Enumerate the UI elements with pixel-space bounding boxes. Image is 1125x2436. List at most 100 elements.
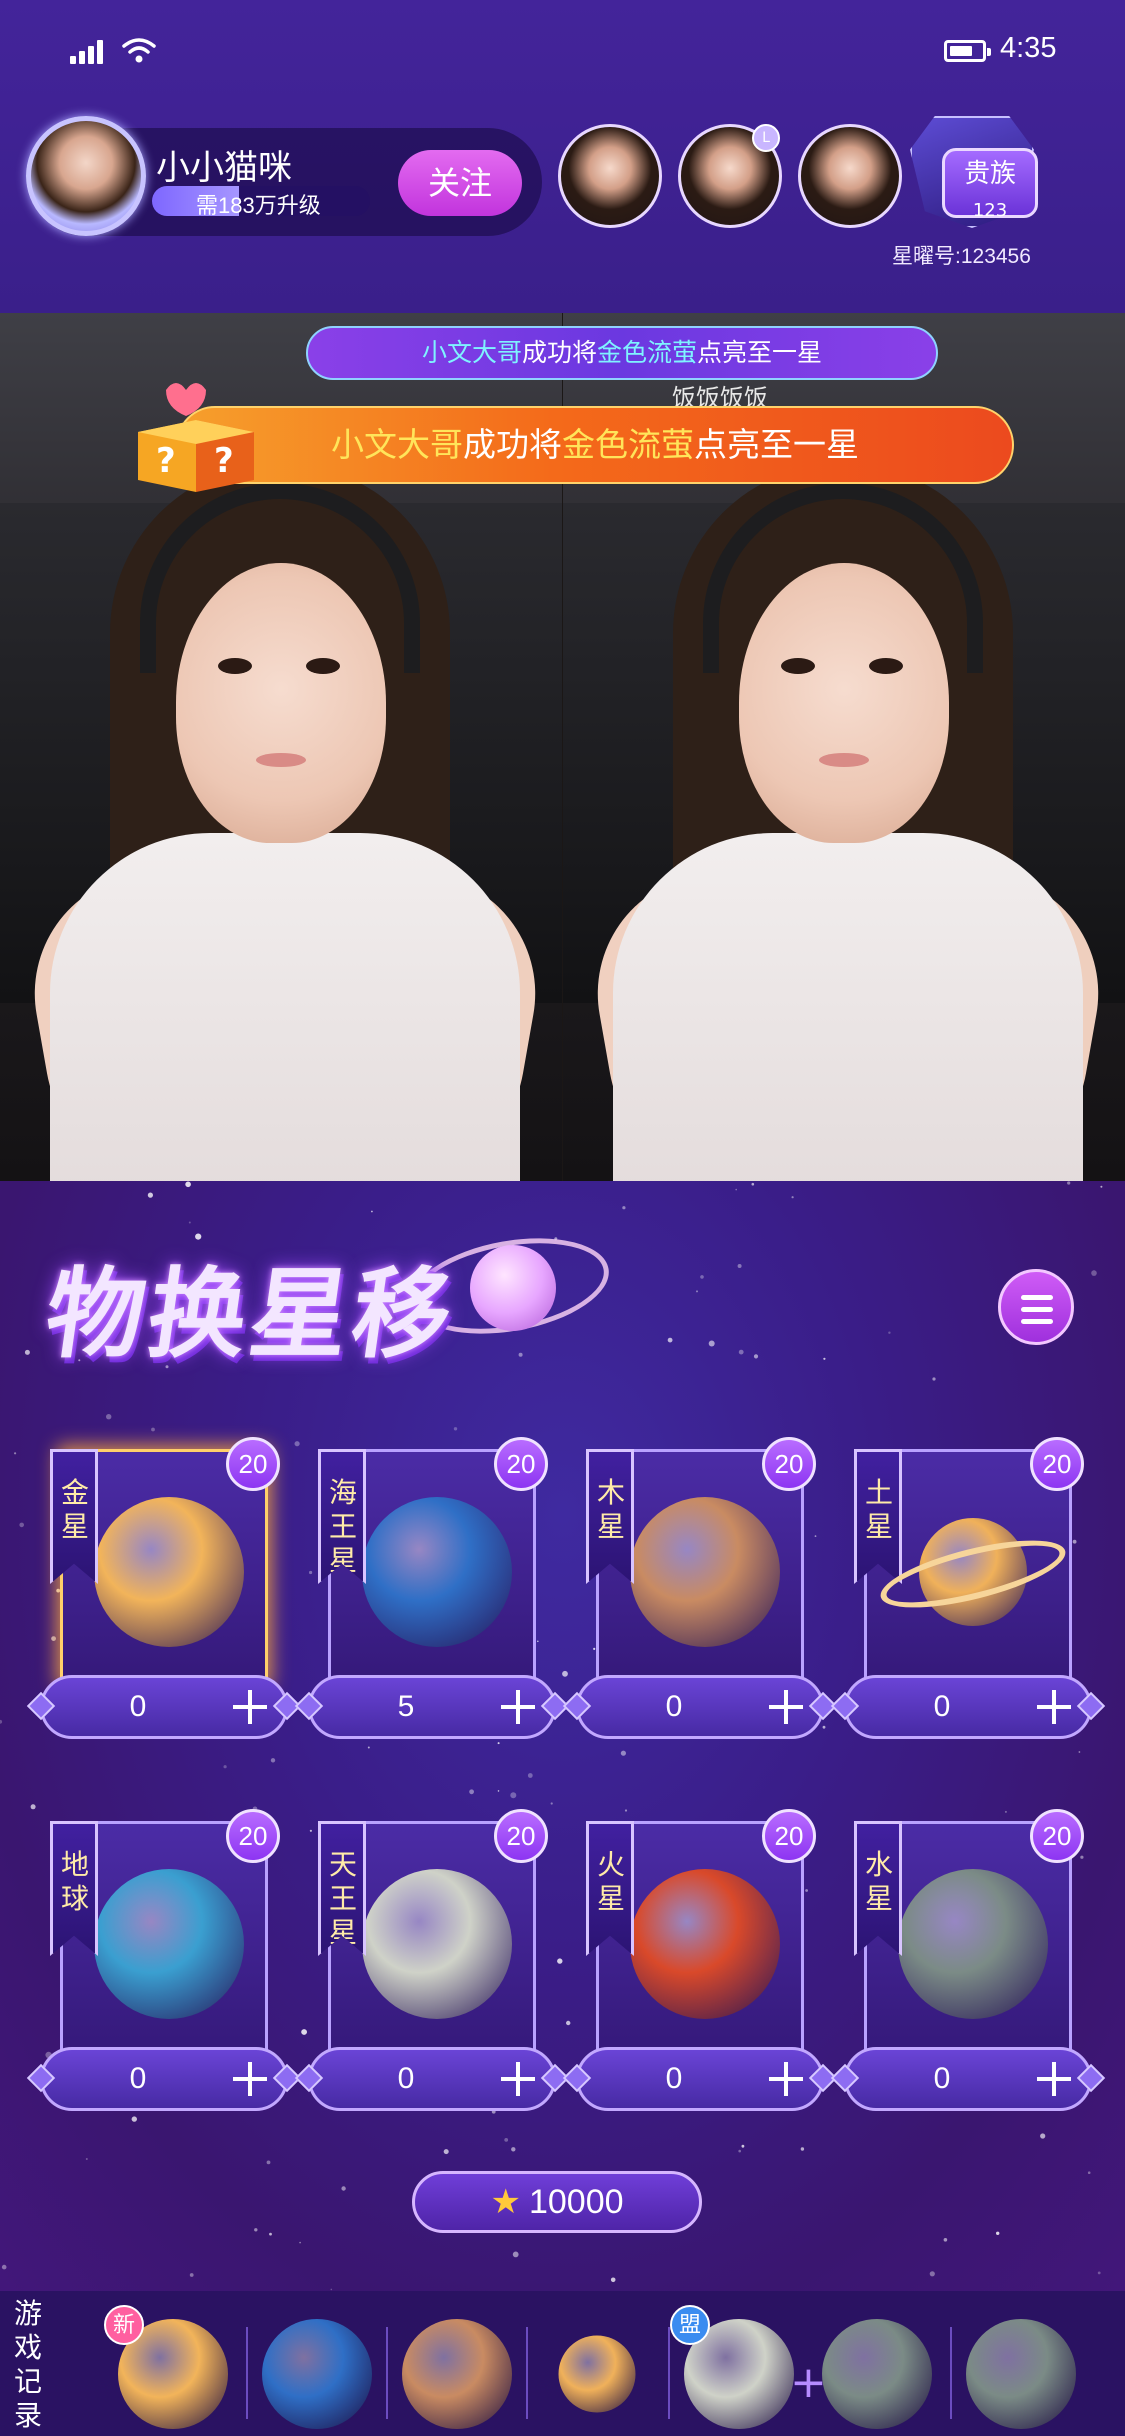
- star-dot: [0, 1719, 3, 1724]
- bet-stepper[interactable]: 0: [562, 2047, 838, 2111]
- room-header: 4:35 小小猫咪 需183万升级 关注 L 贵族 123 星曜号:123456: [0, 0, 1125, 313]
- star-dot: [741, 2144, 745, 2148]
- planet-card[interactable]: 金星 20 0: [26, 1437, 302, 1739]
- star-dot: [512, 2251, 519, 2258]
- star-dot: [189, 2273, 194, 2277]
- star-dot: [888, 1331, 891, 1334]
- planet-card[interactable]: 水星 20 0: [830, 1809, 1106, 2111]
- banner-end: 点亮至一星: [697, 339, 823, 367]
- history-planet: [822, 2319, 932, 2429]
- star-dot: [106, 1414, 112, 1420]
- menu-button[interactable]: [998, 1269, 1074, 1345]
- star-dot: [294, 1441, 300, 1447]
- history-separator: [526, 2327, 528, 2419]
- star-dot: [453, 1427, 458, 1431]
- bet-stepper[interactable]: 0: [26, 1675, 302, 1739]
- star-dot: [738, 1349, 744, 1355]
- follow-button[interactable]: 关注: [398, 150, 522, 216]
- bet-stepper[interactable]: 5: [294, 1675, 570, 1739]
- planet-name: 金星: [60, 1477, 89, 1542]
- add-bet-button[interactable]: [1037, 2062, 1071, 2096]
- planet-card[interactable]: 天王星 20 0: [294, 1809, 570, 2111]
- star-dot: [269, 2232, 272, 2236]
- add-bet-button[interactable]: [501, 2062, 535, 2096]
- noble-title: 贵族: [963, 158, 1016, 188]
- planet-multiplier-badge: 20: [1030, 1809, 1084, 1863]
- banner-item: 金色流萤: [562, 426, 694, 463]
- notice-banner-large: 小文大哥成功将金色流萤点亮至一星: [176, 406, 1014, 484]
- bet-stepper[interactable]: 0: [26, 2047, 302, 2111]
- bet-stepper[interactable]: 0: [830, 1675, 1106, 1739]
- bet-value: 0: [397, 2062, 415, 2095]
- star-dot: [510, 1792, 517, 1799]
- planet-name-flag: 水星: [854, 1821, 902, 1956]
- history-separator: [246, 2327, 248, 2419]
- star-dot: [624, 1809, 628, 1812]
- bet-stepper[interactable]: 0: [830, 2047, 1106, 2111]
- planet-card[interactable]: 海王星 20 5: [294, 1437, 570, 1739]
- history-separator: [386, 2327, 388, 2419]
- star-dot: [823, 1357, 826, 1360]
- banner-end: 点亮至一星: [694, 426, 859, 463]
- star-dot: [805, 1889, 808, 1892]
- star-dot: [497, 1790, 500, 1792]
- planet-image: [94, 1869, 244, 2019]
- planet-multiplier-badge: 20: [494, 1809, 548, 1863]
- star-dot: [1091, 1270, 1097, 1276]
- star-dot: [24, 1349, 30, 1355]
- star-dot: [299, 2241, 301, 2244]
- history-badge: 新: [104, 2305, 144, 2345]
- planet-image: [630, 1497, 780, 1647]
- star-dot: [822, 1725, 826, 1729]
- star-dot: [504, 2138, 509, 2142]
- add-bet-button[interactable]: [501, 1690, 535, 1724]
- planet-multiplier-badge: 20: [226, 1437, 280, 1491]
- star-dot: [330, 2288, 333, 2291]
- star-dot: [996, 2231, 1000, 2235]
- star-dot: [527, 1773, 533, 1778]
- title-planet-decoration: [470, 1245, 556, 1331]
- bet-stepper[interactable]: 0: [562, 1675, 838, 1739]
- history-label[interactable]: 游戏记录: [6, 2297, 50, 2433]
- planet-multiplier-badge: 20: [762, 1809, 816, 1863]
- star-dot: [696, 1290, 698, 1293]
- planet-card[interactable]: 土星 20 0: [830, 1437, 1106, 1739]
- star-dot: [943, 2238, 948, 2242]
- star-dot: [270, 1758, 276, 1763]
- star-dot: [511, 2147, 516, 2152]
- star-dot: [367, 1746, 370, 1749]
- add-bet-button[interactable]: [769, 2062, 803, 2096]
- star-dot: [131, 2116, 137, 2122]
- planet-name-flag: 天王星: [318, 1821, 366, 1956]
- add-bet-button[interactable]: [769, 1690, 803, 1724]
- banner-item: 金色流萤: [597, 339, 698, 367]
- star-dot: [557, 1958, 563, 1964]
- star-dot: [738, 2149, 741, 2153]
- star-dot: [188, 1221, 191, 1224]
- add-bet-button[interactable]: [233, 2062, 267, 2096]
- audience-avatar[interactable]: [558, 124, 662, 228]
- audience-avatar[interactable]: [798, 124, 902, 228]
- bet-value: 0: [665, 1690, 683, 1723]
- planet-card[interactable]: 火星 20 0: [562, 1809, 838, 2111]
- history-planet: [262, 2319, 372, 2429]
- bet-stepper[interactable]: 0: [294, 2047, 570, 2111]
- planet-name: 地球: [60, 1849, 89, 1914]
- planet-image: [362, 1869, 512, 2019]
- planet-name: 天王星: [328, 1849, 357, 1948]
- planet-name-flag: 地球: [50, 1821, 98, 1956]
- add-bet-button[interactable]: [233, 1690, 267, 1724]
- host-avatar[interactable]: [26, 116, 146, 236]
- planet-card[interactable]: 地球 20 0: [26, 1809, 302, 2111]
- banner-user: 小文大哥: [421, 339, 522, 367]
- add-bet-button[interactable]: [1037, 1690, 1071, 1724]
- star-dot: [566, 2020, 571, 2026]
- star-dot: [341, 2186, 346, 2191]
- history-planet: [966, 2319, 1076, 2429]
- star-dot: [1080, 1855, 1084, 1859]
- game-history-bar[interactable]: 游戏记录 新 盟 +: [0, 2291, 1125, 2436]
- planet-card[interactable]: 木星 20 0: [562, 1437, 838, 1739]
- history-planet: [402, 2319, 512, 2429]
- banner-user: 小文大哥: [331, 426, 463, 463]
- battery-icon: [944, 40, 991, 62]
